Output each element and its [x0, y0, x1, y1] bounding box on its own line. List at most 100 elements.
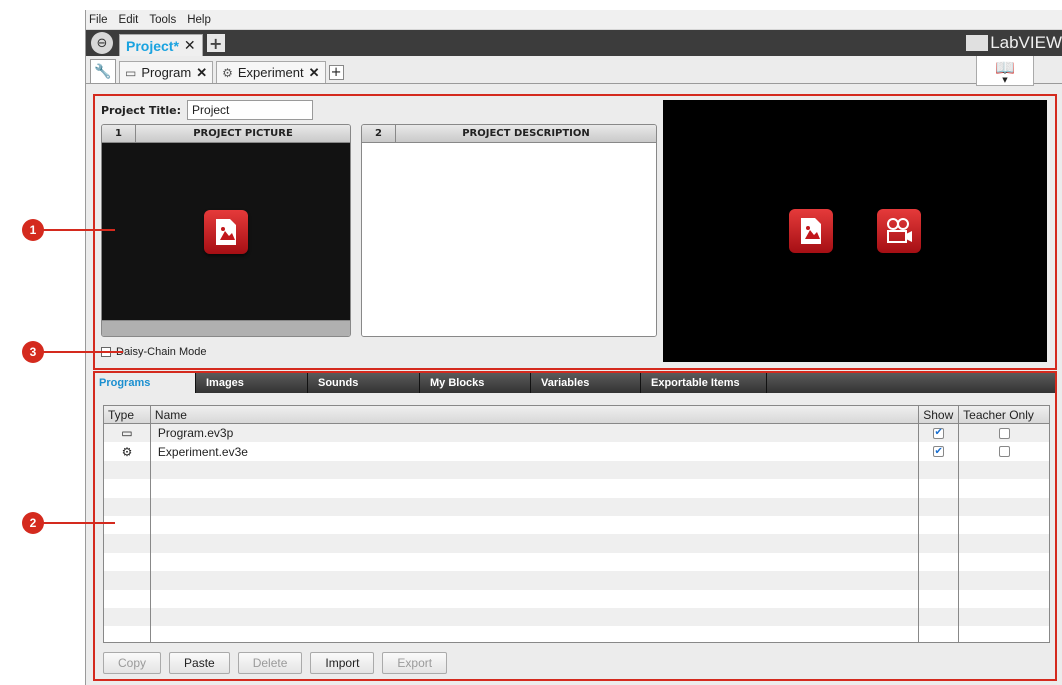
file-name: Program.ev3p	[151, 424, 920, 443]
program-icon: ▭	[121, 426, 133, 441]
teacher-only-checkbox[interactable]	[998, 446, 1010, 458]
teacher-only-checkbox[interactable]	[998, 427, 1010, 439]
insert-image-icon[interactable]	[789, 209, 833, 253]
tab-programs[interactable]: Programs	[95, 373, 196, 393]
programs-table: Type Name Show Teacher Only ▭ Program.ev…	[103, 405, 1050, 643]
project-description-input[interactable]	[362, 143, 656, 336]
tab-sounds[interactable]: Sounds	[308, 373, 420, 393]
tab-bar-fill	[767, 373, 1055, 393]
content-tabs: Programs Images Sounds My Blocks Variabl…	[95, 373, 1055, 393]
callout-line	[43, 229, 115, 231]
app-window: File Edit Tools Help ⊖ Project* ✕ + LabV…	[85, 10, 1062, 685]
empty-table-row	[104, 607, 1049, 627]
labview-logo-text: LabVIEW	[990, 33, 1062, 52]
menu-file[interactable]: File	[89, 14, 108, 26]
empty-table-row	[104, 589, 1049, 608]
table-row[interactable]: ▭ Program.ev3p ✔	[104, 424, 1049, 443]
panel-title: PROJECT DESCRIPTION	[462, 128, 590, 139]
callout-number: 2	[22, 512, 44, 534]
tab-program-label: Program	[141, 65, 192, 80]
menu-tools[interactable]: Tools	[149, 14, 176, 26]
project-picture-panel: 1 PROJECT PICTURE	[101, 124, 351, 337]
menu-edit[interactable]: Edit	[119, 14, 139, 26]
export-button[interactable]: Export	[382, 652, 448, 674]
chevron-down-icon: ▼	[1002, 76, 1008, 84]
project-title-input[interactable]: Project	[187, 100, 314, 120]
project-tab-bar: ⊖ Project* ✕ + LabVIEW	[86, 30, 1062, 56]
project-properties-tab[interactable]: 🔧	[90, 59, 116, 83]
file-tab-bar: 🔧 ▭ Program ✕ ⚙ Experiment ✕ + 📖 ▼	[86, 56, 1062, 86]
daisy-chain-label: Daisy-Chain Mode	[116, 346, 207, 358]
paste-button[interactable]: Paste	[169, 652, 230, 674]
file-name: Experiment.ev3e	[151, 442, 920, 461]
empty-table-row	[104, 571, 1049, 590]
experiment-icon: ⚙	[222, 65, 233, 80]
callout-3: 3	[22, 341, 123, 363]
close-icon[interactable]: ✕	[309, 65, 320, 81]
add-project-button[interactable]: +	[206, 34, 225, 53]
panel-header: 2 PROJECT DESCRIPTION	[362, 125, 656, 143]
table-row[interactable]: ⚙ Experiment.ev3e ✔	[104, 442, 1049, 461]
project-title-label: Project Title:	[101, 103, 182, 117]
callout-line	[43, 522, 115, 524]
panel-number: 1	[102, 125, 136, 142]
project-title-row: Project Title: Project	[101, 100, 314, 120]
tab-program[interactable]: ▭ Program ✕	[119, 61, 214, 83]
tab-variables[interactable]: Variables	[531, 373, 641, 393]
add-tab-button[interactable]: +	[328, 65, 344, 80]
tab-my-blocks[interactable]: My Blocks	[420, 373, 531, 393]
show-checkbox[interactable]: ✔	[933, 446, 945, 458]
project-description-panel: 2 PROJECT DESCRIPTION	[361, 124, 657, 337]
program-icon: ▭	[125, 65, 137, 80]
menu-help[interactable]: Help	[187, 14, 211, 26]
empty-table-row	[104, 460, 1049, 480]
import-button[interactable]: Import	[310, 652, 375, 674]
callout-number: 3	[22, 341, 44, 363]
callout-1: 1	[22, 219, 115, 241]
empty-table-row	[104, 497, 1049, 516]
tab-exportable-items[interactable]: Exportable Items	[641, 373, 767, 393]
project-tab-title: Project*	[126, 37, 179, 54]
column-type[interactable]: Type	[104, 406, 151, 423]
book-icon: 📖	[995, 58, 1015, 77]
insert-image-icon[interactable]	[204, 209, 248, 254]
picture-footer	[102, 320, 350, 336]
table-actions: Copy Paste Delete Import Export	[103, 652, 448, 674]
wrench-icon: 🔧	[94, 63, 112, 80]
tab-images[interactable]: Images	[196, 373, 308, 393]
empty-table-row	[104, 534, 1049, 553]
lobby-home-icon[interactable]: ⊖	[91, 32, 113, 54]
delete-button[interactable]: Delete	[237, 652, 303, 674]
project-content-region: Programs Images Sounds My Blocks Variabl…	[93, 371, 1057, 681]
menu-bar: File Edit Tools Help	[86, 10, 1062, 30]
tab-experiment-label: Experiment	[237, 65, 304, 80]
ni-logo-icon	[966, 35, 989, 51]
show-checkbox[interactable]: ✔	[933, 427, 945, 439]
empty-table-row	[104, 552, 1049, 572]
tab-experiment[interactable]: ⚙ Experiment ✕	[216, 61, 326, 83]
content-editor-button[interactable]: 📖 ▼	[976, 56, 1034, 86]
column-show[interactable]: Show	[919, 406, 960, 423]
panel-header: 1 PROJECT PICTURE	[102, 125, 350, 143]
table-body: ▭ Program.ev3p ✔ ⚙ Experiment.ev3e ✔	[104, 424, 1049, 642]
callout-2: 2	[22, 512, 115, 534]
callout-line	[43, 351, 123, 353]
empty-table-row	[104, 479, 1049, 498]
experiment-icon: ⚙	[121, 444, 133, 459]
project-video-area	[663, 100, 1047, 362]
panel-number: 2	[362, 125, 396, 142]
panel-title: PROJECT PICTURE	[193, 128, 293, 139]
close-icon[interactable]: ✕	[184, 38, 196, 54]
column-teacher-only[interactable]: Teacher Only	[959, 406, 1049, 423]
empty-table-row	[104, 626, 1049, 642]
table-header: Type Name Show Teacher Only	[104, 406, 1049, 424]
callout-number: 1	[22, 219, 44, 241]
close-icon[interactable]: ✕	[196, 65, 207, 81]
project-picture-area[interactable]	[102, 143, 350, 320]
project-tab[interactable]: Project* ✕	[119, 34, 203, 56]
insert-video-icon[interactable]	[877, 209, 921, 253]
copy-button[interactable]: Copy	[103, 652, 162, 674]
column-name[interactable]: Name	[151, 406, 920, 423]
project-overview-region: Project Title: Project 1 PROJECT PICTURE…	[93, 94, 1057, 370]
empty-table-row	[104, 515, 1049, 535]
